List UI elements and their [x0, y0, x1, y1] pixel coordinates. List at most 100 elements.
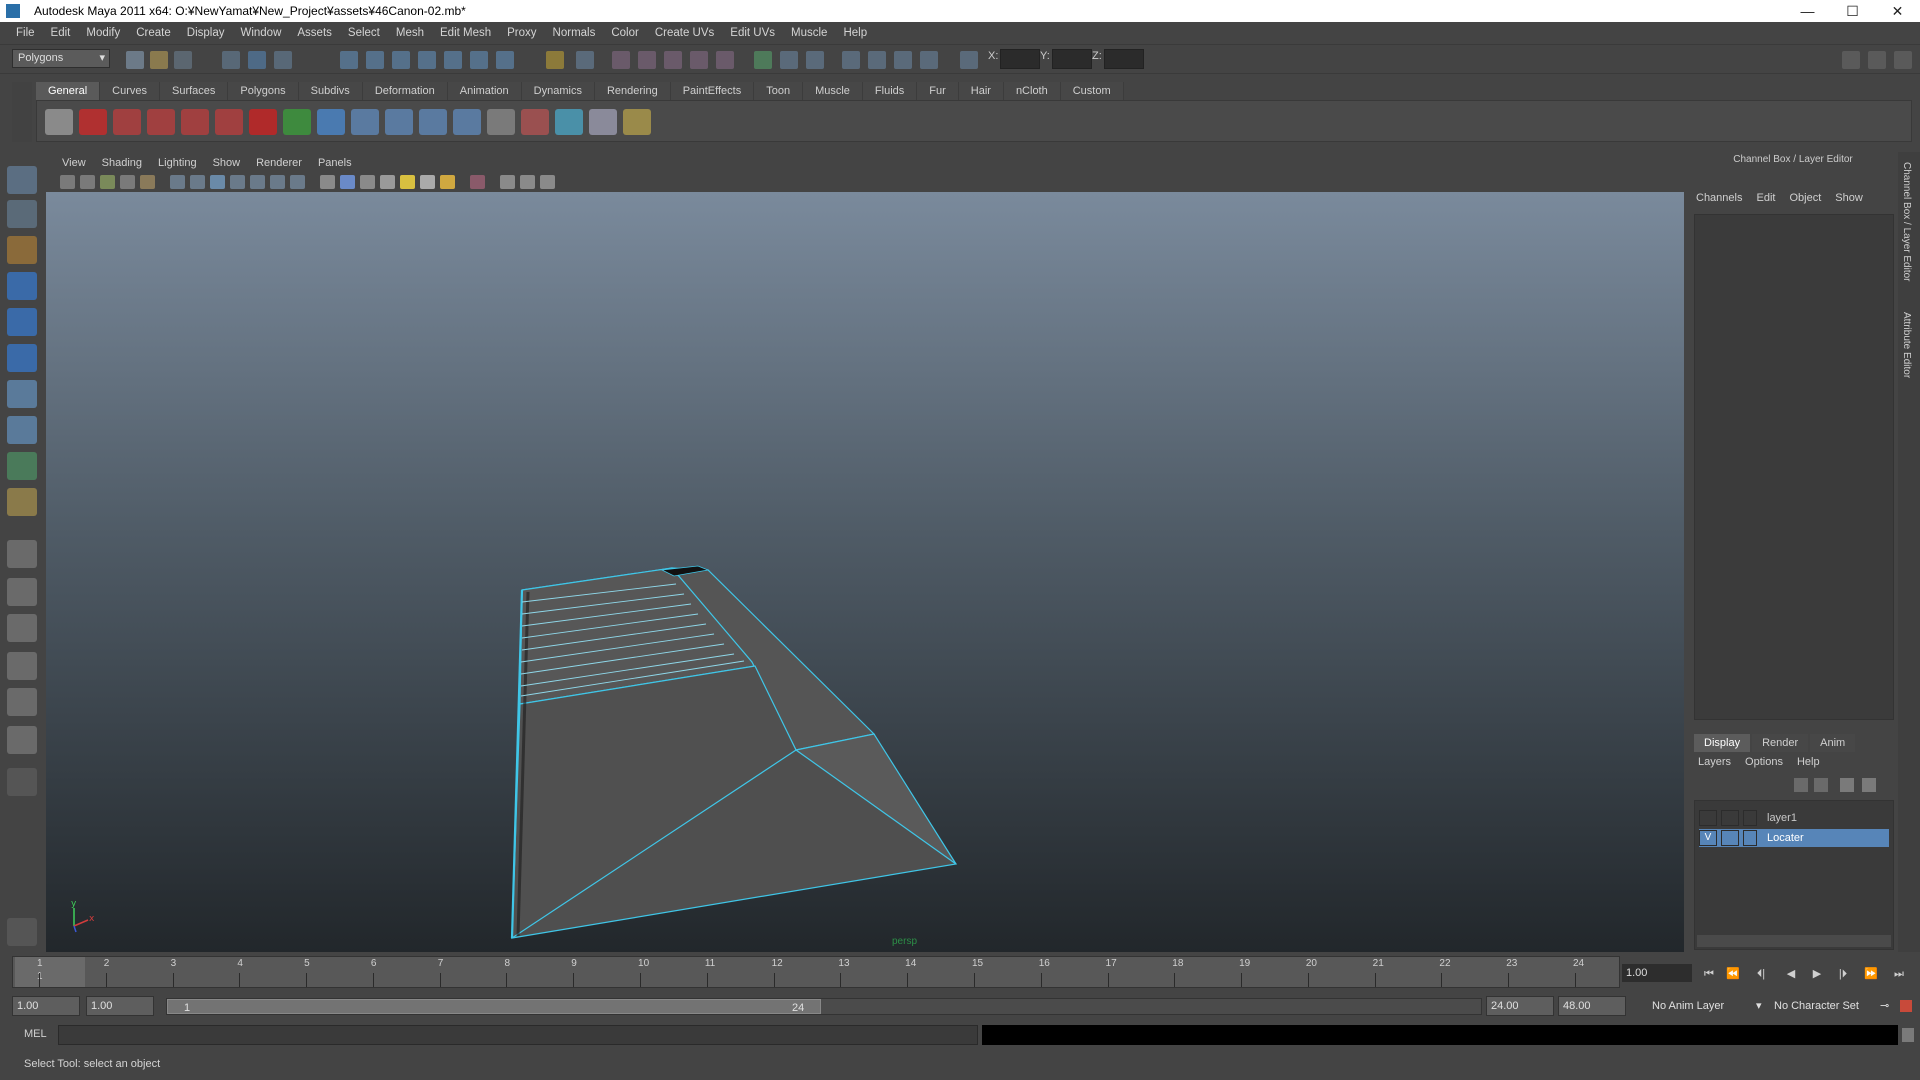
- minimize-button[interactable]: —: [1785, 0, 1830, 22]
- shadows-icon[interactable]: [440, 175, 455, 189]
- menu-mesh[interactable]: Mesh: [388, 27, 432, 39]
- layer-menu-options[interactable]: Options: [1745, 756, 1783, 768]
- shelf-tab-toon[interactable]: Toon: [754, 82, 804, 100]
- last-tool-icon[interactable]: [7, 488, 37, 516]
- y-field[interactable]: [1052, 49, 1092, 69]
- layout-custom-icon[interactable]: [7, 726, 37, 754]
- snap-curve-icon[interactable]: [366, 51, 384, 69]
- anim-layer-select[interactable]: No Anim Layer: [1652, 998, 1724, 1014]
- bookmark-icon[interactable]: [100, 175, 115, 189]
- smooth-shade-icon[interactable]: [340, 175, 355, 189]
- safe-action-icon[interactable]: [270, 175, 285, 189]
- menu-edit[interactable]: Edit: [43, 27, 79, 39]
- paint-select-tool-icon[interactable]: [7, 236, 37, 264]
- history-icon[interactable]: [470, 51, 488, 69]
- image-plane-icon[interactable]: [120, 175, 135, 189]
- menu-color[interactable]: Color: [603, 27, 646, 39]
- layout-graph-icon[interactable]: [7, 652, 37, 680]
- close-button[interactable]: ✕: [1875, 0, 1920, 22]
- toggle-tool-settings-icon[interactable]: [1868, 51, 1886, 69]
- new-layer-empty-icon[interactable]: [1794, 778, 1808, 792]
- joint-icon-1[interactable]: [351, 109, 379, 135]
- isolate-select-icon[interactable]: [470, 175, 485, 189]
- mel-label[interactable]: MEL: [24, 1028, 47, 1040]
- joint-icon-4[interactable]: [453, 109, 481, 135]
- cb-menu-edit[interactable]: Edit: [1756, 192, 1775, 204]
- select-by-component-icon[interactable]: [274, 51, 292, 69]
- cylinder-icon[interactable]: [555, 109, 583, 135]
- xray-joints-icon[interactable]: [520, 175, 535, 189]
- cb-menu-object[interactable]: Object: [1789, 192, 1821, 204]
- step-forward-key-icon[interactable]: ⏩: [1862, 966, 1880, 982]
- menu-file[interactable]: File: [8, 27, 43, 39]
- viewport-menu-renderer[interactable]: Renderer: [248, 157, 310, 169]
- menu-edit-mesh[interactable]: Edit Mesh: [432, 27, 499, 39]
- layer-row-selected[interactable]: V Locater: [1699, 829, 1889, 847]
- shelf-menu[interactable]: [12, 82, 32, 142]
- render-settings-icon[interactable]: [664, 51, 682, 69]
- menu-create[interactable]: Create: [128, 27, 179, 39]
- viewport-menu-shading[interactable]: Shading: [94, 157, 150, 169]
- menu-proxy[interactable]: Proxy: [499, 27, 544, 39]
- layout-icon[interactable]: [780, 51, 798, 69]
- universal-manip-icon[interactable]: [7, 380, 37, 408]
- soft-mod-icon[interactable]: [7, 416, 37, 444]
- shelf-tab-rendering[interactable]: Rendering: [594, 82, 671, 100]
- move-icon[interactable]: [842, 51, 860, 69]
- layer-menu-layers[interactable]: Layers: [1698, 756, 1731, 768]
- channel-box-area[interactable]: [1694, 214, 1894, 720]
- script-editor-icon[interactable]: [1902, 1028, 1914, 1042]
- lasso-tool-icon[interactable]: [7, 200, 37, 228]
- layer-color-swatch[interactable]: [1743, 810, 1757, 826]
- question-icon[interactable]: [79, 109, 107, 135]
- grid-icon[interactable]: [170, 175, 185, 189]
- script-icon-1[interactable]: [113, 109, 141, 135]
- use-default-light-icon[interactable]: [400, 175, 415, 189]
- character-set-select[interactable]: No Character Set: [1774, 998, 1859, 1014]
- scale-tool-icon[interactable]: [7, 344, 37, 372]
- script-icon-3[interactable]: [181, 109, 209, 135]
- more-layouts-icon[interactable]: [7, 768, 37, 796]
- select-tool-icon[interactable]: [7, 166, 37, 194]
- new-scene-icon[interactable]: [126, 51, 144, 69]
- shelf-tab-general[interactable]: General: [36, 82, 101, 100]
- sphere-icon[interactable]: [317, 109, 345, 135]
- menu-edit-uvs[interactable]: Edit UVs: [722, 27, 783, 39]
- textured-icon[interactable]: [380, 175, 395, 189]
- layout-outliner-icon[interactable]: [7, 614, 37, 642]
- step-back-frame-icon[interactable]: ⏴|: [1752, 966, 1770, 982]
- layer-remove-icon[interactable]: [1862, 778, 1876, 792]
- shelf-tab-dynamics[interactable]: Dynamics: [521, 82, 595, 100]
- film-gate-icon[interactable]: [190, 175, 205, 189]
- absolute-transform-icon[interactable]: [960, 51, 978, 69]
- layout-four-icon[interactable]: [7, 578, 37, 606]
- layer-tab-display[interactable]: Display: [1694, 734, 1751, 752]
- input-output-icon[interactable]: [546, 51, 564, 69]
- side-tab-attribute-editor[interactable]: Attribute Editor: [1901, 312, 1912, 378]
- render-view-icon[interactable]: [716, 51, 734, 69]
- wireframe-icon[interactable]: [320, 175, 335, 189]
- make-live-icon[interactable]: [444, 51, 462, 69]
- shelf-tab-curves[interactable]: Curves: [100, 82, 160, 100]
- layout-two-icon[interactable]: [806, 51, 824, 69]
- joint-icon-3[interactable]: [419, 109, 447, 135]
- playback-end-field[interactable]: 24.00: [1486, 996, 1554, 1016]
- shelf-tab-ncloth[interactable]: nCloth: [1003, 82, 1061, 100]
- brush-icon[interactable]: [623, 109, 651, 135]
- snap-point-icon[interactable]: [392, 51, 410, 69]
- step-forward-frame-icon[interactable]: |⏵: [1834, 966, 1852, 982]
- tool-icon-red[interactable]: [249, 109, 277, 135]
- go-to-start-icon[interactable]: ⏮: [1700, 966, 1718, 982]
- layer-visibility-toggle[interactable]: V: [1699, 830, 1717, 846]
- menu-assets[interactable]: Assets: [289, 27, 340, 39]
- layer-add-icon[interactable]: [1840, 778, 1854, 792]
- viewport-menu-show[interactable]: Show: [205, 157, 249, 169]
- field-chart-icon[interactable]: [250, 175, 265, 189]
- layer-tab-anim[interactable]: Anim: [1810, 734, 1856, 752]
- toggle-attribute-editor-icon[interactable]: [1842, 51, 1860, 69]
- hotbox-icon[interactable]: [45, 109, 73, 135]
- select-by-object-icon[interactable]: [248, 51, 266, 69]
- snap-view-plane-icon[interactable]: [418, 51, 436, 69]
- viewport-menu-panels[interactable]: Panels: [310, 157, 360, 169]
- use-all-lights-icon[interactable]: [420, 175, 435, 189]
